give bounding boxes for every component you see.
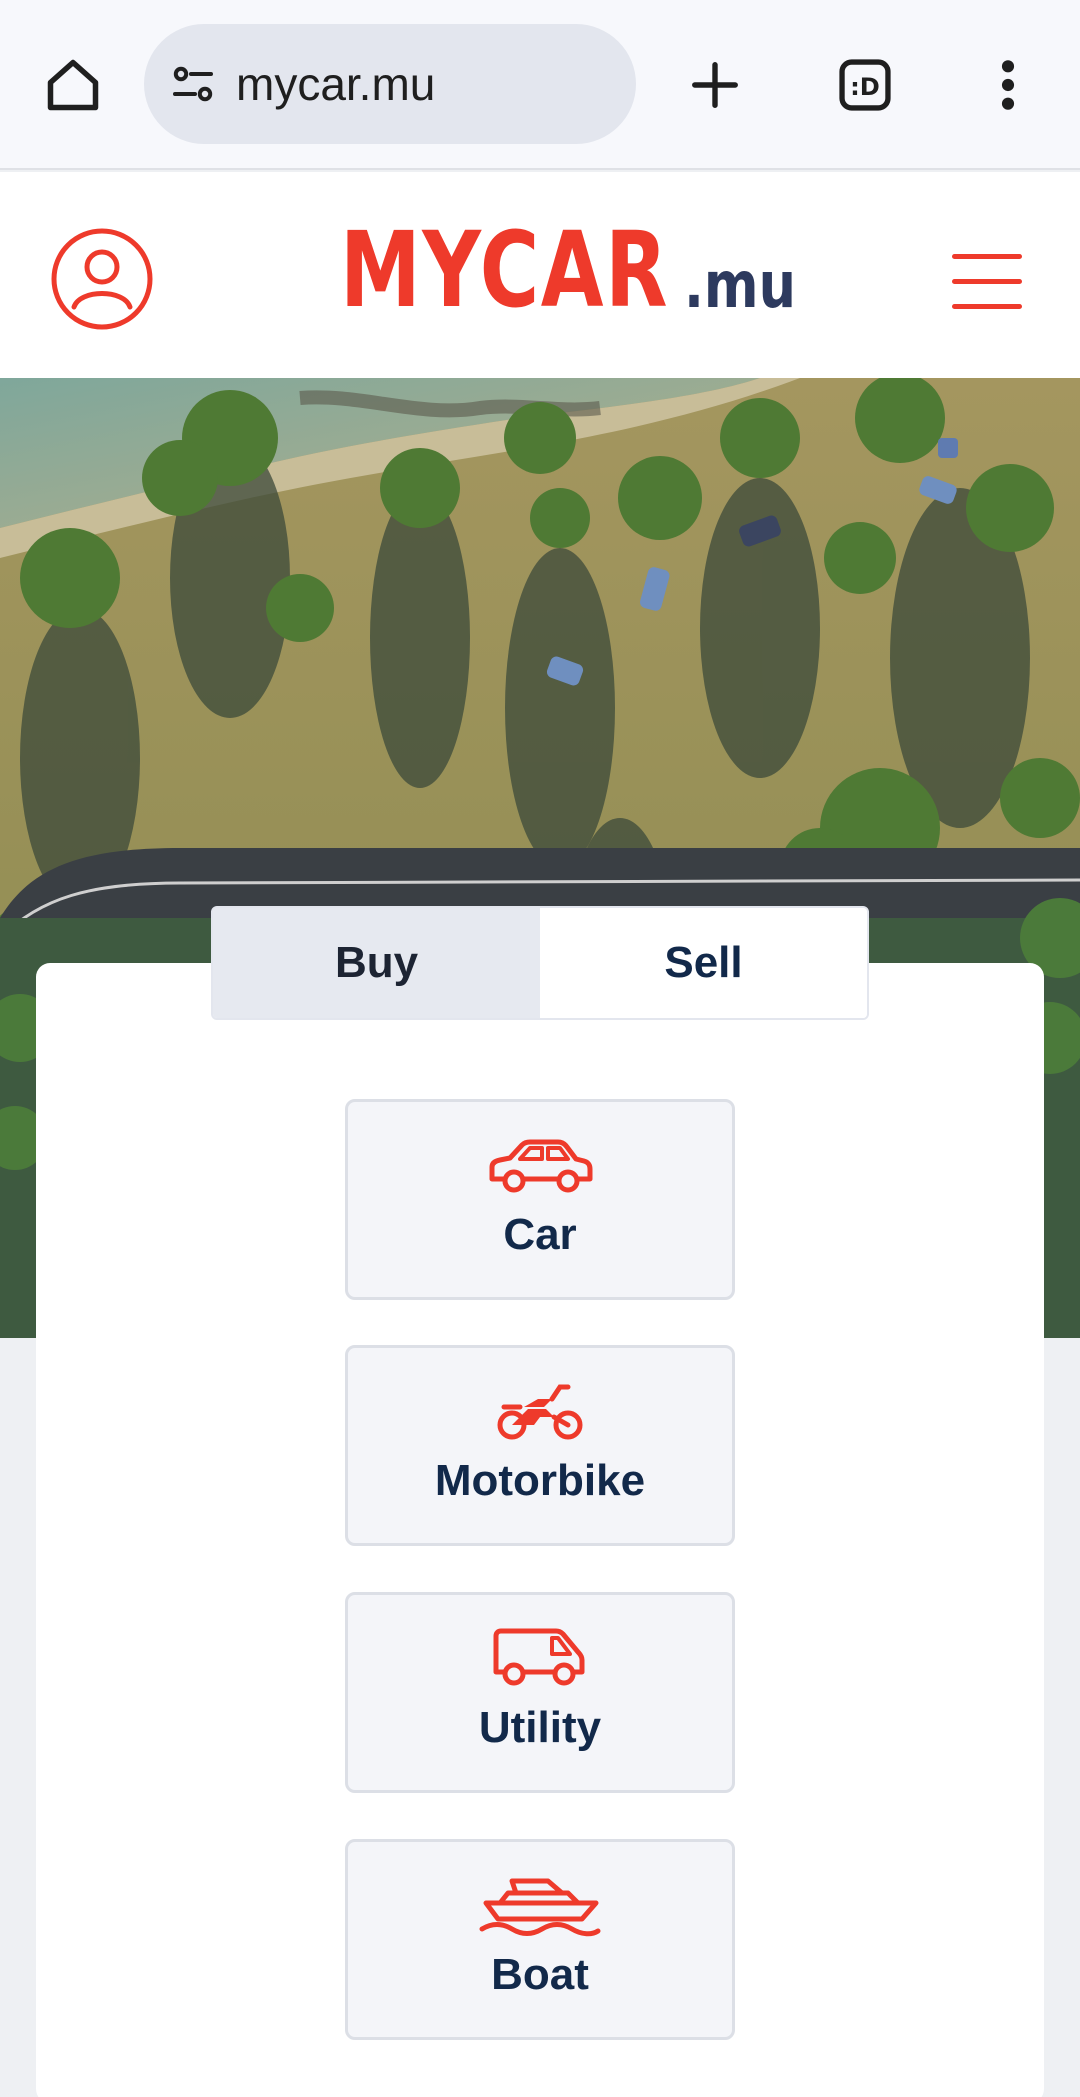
tab-sell[interactable]: Sell bbox=[540, 908, 867, 1018]
logo-main-text: MYCAR bbox=[340, 209, 670, 331]
site-logo[interactable]: MYCAR .mu bbox=[340, 209, 796, 331]
boat-icon bbox=[479, 1878, 601, 1937]
vehicle-type-label: Motorbike bbox=[434, 1456, 646, 1505]
vehicle-type-motorbike[interactable]: Motorbike bbox=[345, 1345, 735, 1546]
car-icon bbox=[489, 1139, 593, 1193]
home-button[interactable] bbox=[30, 45, 115, 125]
vehicle-type-utility[interactable]: Utility bbox=[345, 1592, 735, 1793]
plus-icon bbox=[691, 62, 738, 108]
more-options-button[interactable] bbox=[965, 45, 1050, 125]
vehicle-type-label: Car bbox=[503, 1210, 577, 1259]
logo-tld-text: .mu bbox=[684, 249, 796, 323]
tune-icon[interactable] bbox=[168, 59, 218, 109]
new-tab-button[interactable] bbox=[672, 45, 757, 125]
site-header: MYCAR .mu bbox=[0, 172, 1080, 378]
tab-switcher-text: :D bbox=[850, 73, 880, 101]
hamburger-menu-icon[interactable] bbox=[952, 254, 1024, 314]
tab-switcher-icon: :D bbox=[838, 59, 891, 111]
home-icon bbox=[47, 59, 98, 111]
van-icon bbox=[493, 1628, 585, 1686]
tab-switcher-button[interactable]: :D bbox=[822, 45, 907, 125]
address-bar[interactable]: mycar.mu bbox=[144, 24, 636, 144]
vehicle-type-label: Boat bbox=[491, 1950, 589, 1999]
user-icon bbox=[51, 228, 153, 330]
motorbike-icon bbox=[497, 1384, 583, 1440]
vehicle-type-boat[interactable]: Boat bbox=[345, 1839, 735, 2040]
browser-toolbar: mycar.mu :D bbox=[0, 0, 1080, 170]
vehicle-type-label: Utility bbox=[478, 1703, 602, 1752]
buy-sell-toggle: Buy Sell bbox=[211, 906, 869, 1020]
url-text: mycar.mu bbox=[236, 58, 436, 110]
account-button[interactable] bbox=[50, 227, 154, 331]
vehicle-type-car[interactable]: Car bbox=[345, 1099, 735, 1300]
tab-buy[interactable]: Buy bbox=[213, 908, 540, 1018]
more-vert-icon bbox=[1001, 60, 1014, 110]
